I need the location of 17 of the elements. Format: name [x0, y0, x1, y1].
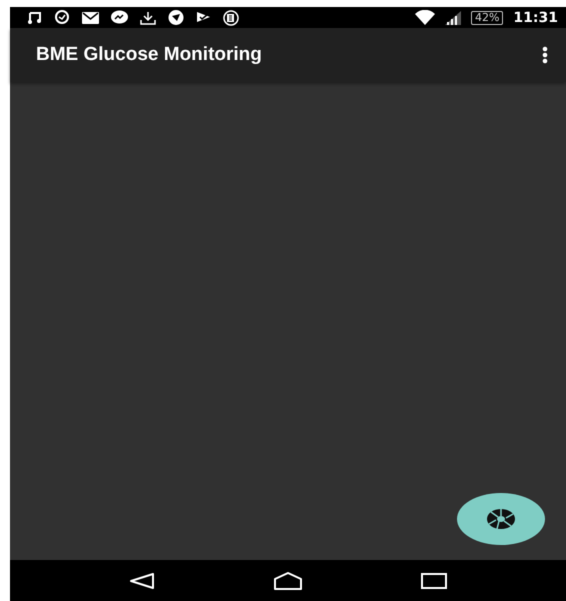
app-title: BME Glucose Monitoring: [36, 44, 262, 66]
signal-icon: [444, 10, 461, 24]
mail-icon: [82, 12, 99, 24]
music-note-icon: [28, 11, 42, 24]
back-button[interactable]: [129, 572, 155, 588]
send-icon: [168, 10, 184, 25]
flag-check-icon: [196, 10, 211, 24]
clock-bubble-icon: [54, 10, 70, 25]
aperture-icon: [486, 508, 516, 530]
clock-time: 11:31: [513, 10, 558, 26]
recent-apps-button[interactable]: [421, 572, 447, 588]
download-icon: [140, 10, 156, 24]
document-icon: [223, 10, 239, 26]
battery-level: 42%: [470, 10, 504, 24]
home-button[interactable]: [273, 572, 303, 590]
wifi-icon: [414, 10, 435, 25]
chat-bubble-icon: [111, 10, 128, 25]
